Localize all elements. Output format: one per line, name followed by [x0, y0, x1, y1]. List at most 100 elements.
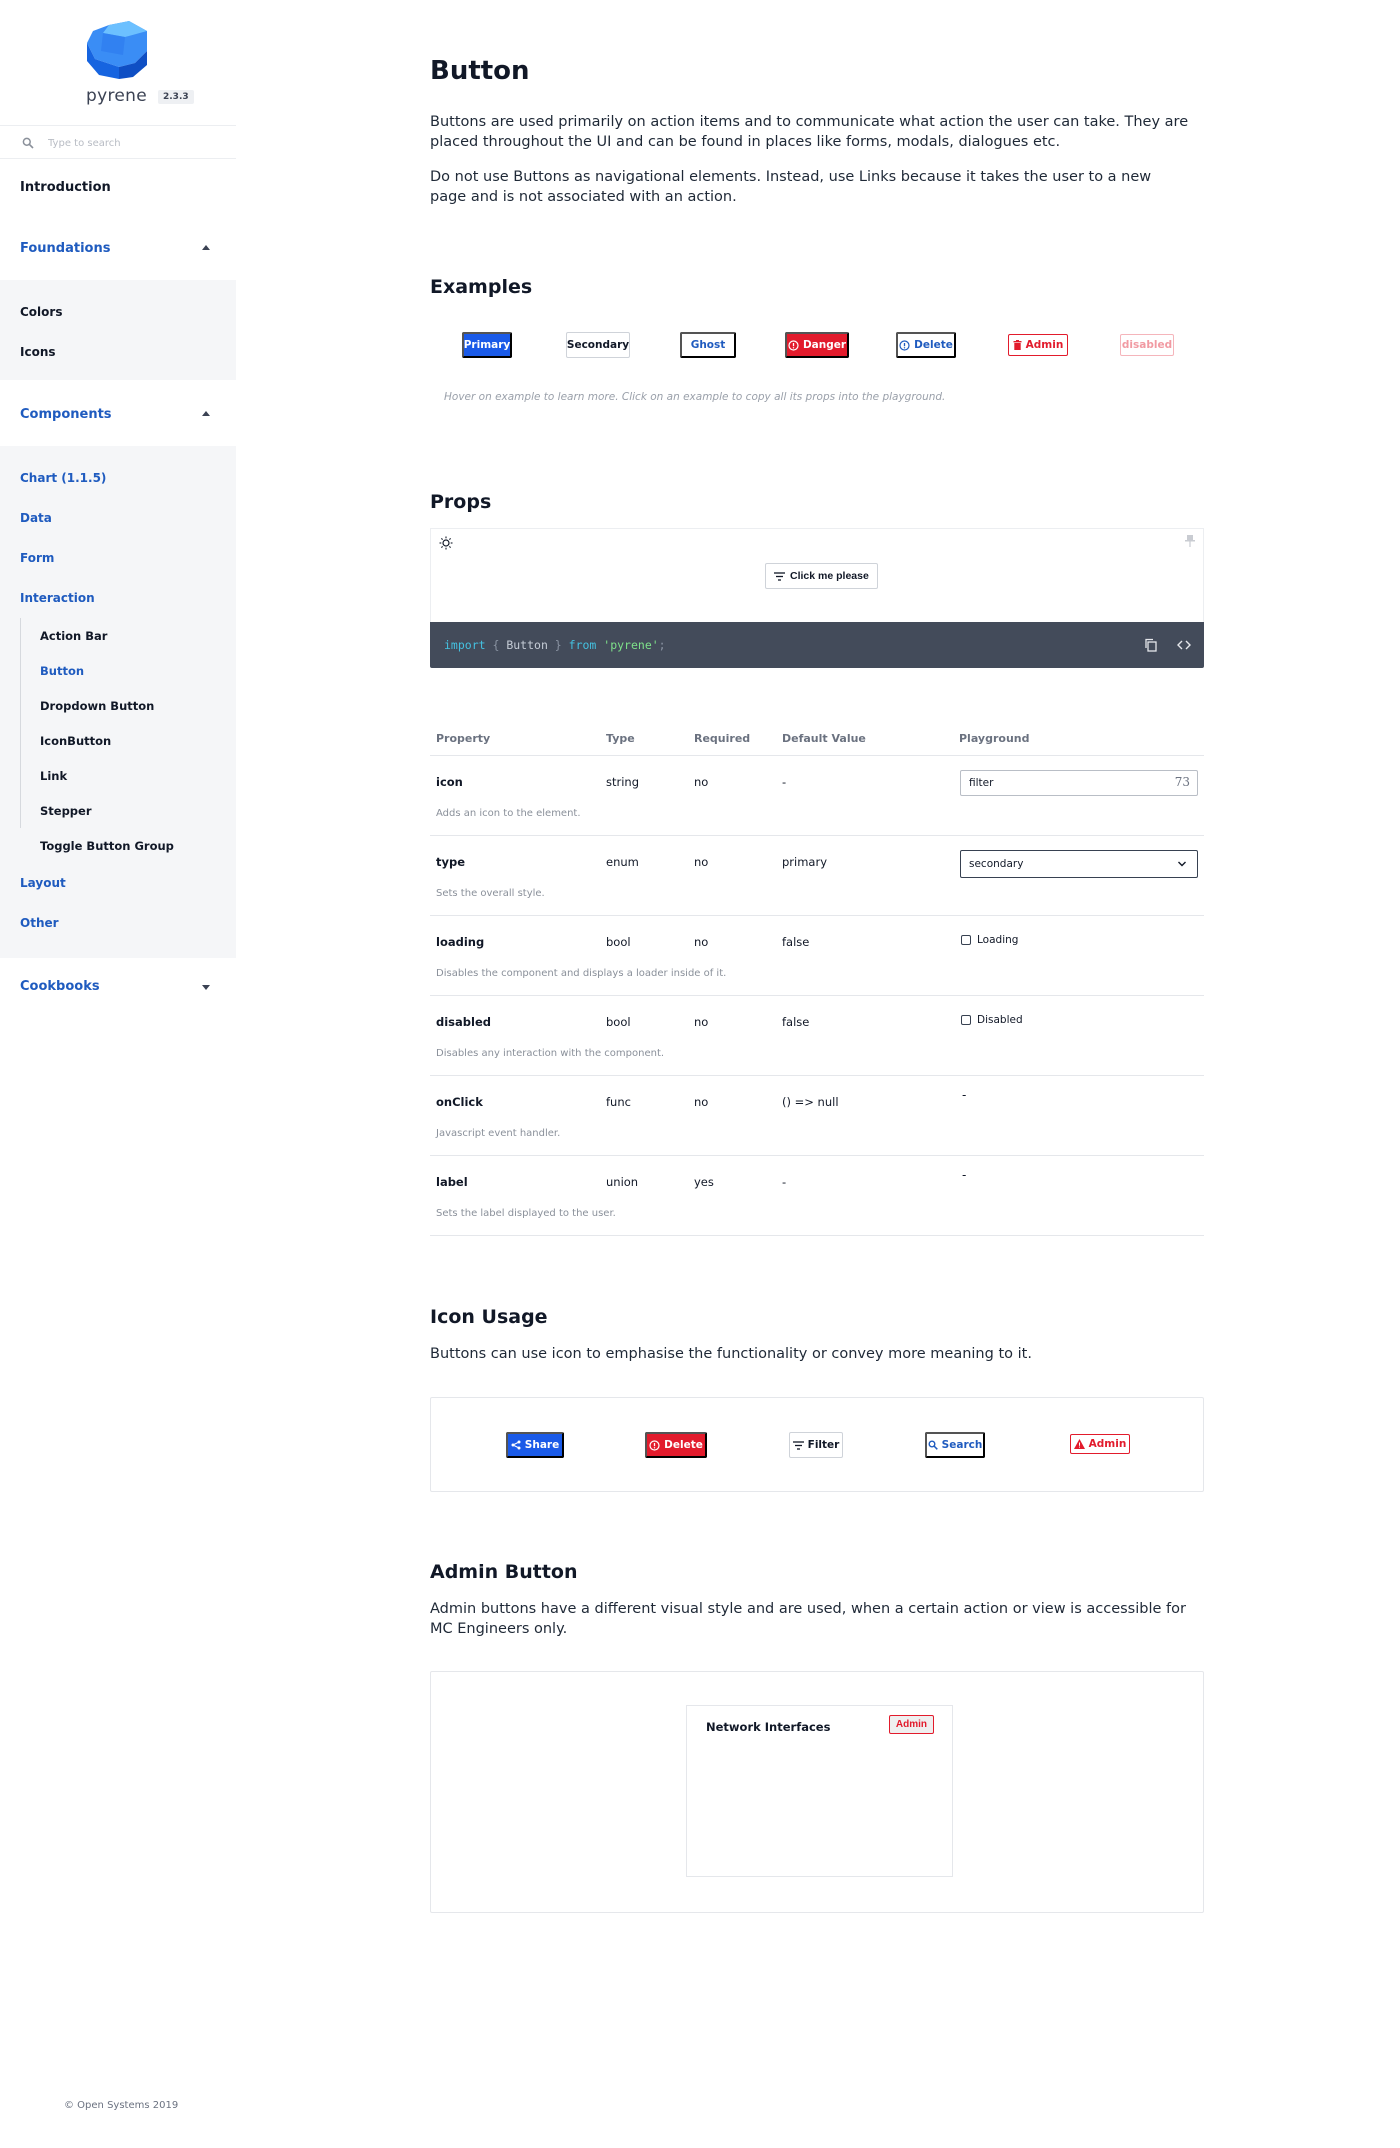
button-label: Delete — [914, 339, 953, 351]
example-delete-button[interactable]: Delete — [896, 332, 956, 358]
examples-hint: Hover on example to learn more. Click on… — [444, 391, 946, 403]
prop-type: union — [606, 1175, 639, 1189]
playground-empty: - — [962, 1088, 967, 1102]
filter-button[interactable]: Filter — [789, 1432, 843, 1458]
caret-up-icon — [202, 411, 210, 416]
copyright-footer: © Open Systems 2019 — [64, 2100, 179, 2111]
button-label: Primary — [463, 339, 511, 351]
nav-item-other[interactable]: Other — [20, 916, 59, 930]
playground-button[interactable]: Click me please — [765, 563, 878, 589]
prop-default: - — [782, 775, 787, 789]
prop-required: no — [694, 855, 709, 869]
prop-type: bool — [606, 1015, 631, 1029]
submenu-rail — [20, 618, 21, 828]
intro-paragraph-2: Do not use Buttons as navigational eleme… — [430, 169, 1152, 205]
button-label: Secondary — [566, 339, 630, 351]
example-ghost-button[interactable]: Ghost — [680, 332, 736, 358]
button-label: disabled — [1121, 339, 1173, 351]
prop-description: Sets the overall style. — [436, 888, 545, 899]
code-toggle-icon[interactable] — [1176, 637, 1192, 653]
logo[interactable]: pyrene 2.3.3 — [0, 0, 236, 124]
nav-subitem-button[interactable]: Button — [40, 664, 84, 678]
delete-button[interactable]: Delete — [645, 1432, 707, 1458]
checkbox-box[interactable] — [961, 1015, 971, 1025]
search-button[interactable]: Search — [925, 1432, 985, 1458]
foundations-group: Colors Icons — [0, 280, 236, 380]
nav-subitem-iconbutton[interactable]: IconButton — [40, 734, 111, 748]
example-admin-button[interactable]: Admin — [1008, 334, 1068, 356]
copy-icon[interactable] — [1143, 637, 1159, 653]
type-select[interactable]: secondary — [960, 850, 1198, 878]
nav-subitem-dropdown-button[interactable]: Dropdown Button — [40, 699, 154, 713]
nav-introduction[interactable]: Introduction — [20, 180, 111, 195]
pin-icon[interactable] — [1185, 535, 1195, 547]
logo-wordmark: pyrene — [86, 86, 147, 106]
nav-item-data[interactable]: Data — [20, 511, 52, 525]
checkbox-box[interactable] — [961, 935, 971, 945]
prop-default: primary — [782, 855, 828, 869]
prop-name: onClick — [436, 1095, 483, 1109]
prop-required: no — [694, 1095, 709, 1109]
card-title: Network Interfaces — [706, 1720, 831, 1734]
sidebar-search — [0, 125, 236, 159]
prop-name: icon — [436, 775, 463, 789]
page-title: Button — [430, 56, 530, 86]
nav-item-form[interactable]: Form — [20, 551, 54, 565]
icon-text-input[interactable]: filter 73 — [960, 770, 1198, 796]
share-button[interactable]: Share — [506, 1432, 564, 1458]
theme-toggle-sun-icon[interactable] — [439, 536, 453, 550]
nav-item-interaction[interactable]: Interaction — [20, 591, 95, 605]
example-primary-button[interactable]: Primary — [462, 332, 512, 358]
button-label: Admin — [1025, 339, 1064, 351]
prop-description: Sets the label displayed to the user. — [436, 1208, 616, 1219]
nav-item-chart[interactable]: Chart (1.1.5) — [20, 471, 106, 485]
button-label: Click me please — [790, 570, 869, 582]
nav-section-foundations[interactable]: Foundations — [0, 230, 236, 268]
select-value: secondary — [969, 858, 1024, 870]
nav-section-label: Cookbooks — [20, 979, 100, 994]
nav-subitem-action-bar[interactable]: Action Bar — [40, 629, 107, 643]
nav-subitem-link[interactable]: Link — [40, 769, 67, 783]
search-icon — [22, 137, 34, 149]
table-row: type enum no primary Sets the overall st… — [430, 836, 1204, 916]
trash-icon — [1013, 340, 1022, 350]
alert-circle-icon — [788, 339, 799, 351]
filter-icon — [792, 1440, 804, 1450]
nav-section-cookbooks[interactable]: Cookbooks — [0, 968, 236, 1006]
info-circle-icon — [899, 339, 910, 351]
nav-item-colors[interactable]: Colors — [20, 305, 62, 319]
prop-name: loading — [436, 935, 485, 949]
nav-subitem-stepper[interactable]: Stepper — [40, 804, 92, 818]
intro-paragraph: Buttons are used primarily on action ite… — [430, 114, 1189, 150]
prop-description: Javascript event handler. — [436, 1128, 561, 1139]
share-icon — [511, 1440, 521, 1450]
card-admin-button[interactable]: Admin — [888, 1715, 934, 1734]
admin-button[interactable]: Admin — [1070, 1434, 1130, 1454]
column-header-playground: Playground — [959, 732, 1030, 745]
prop-required: no — [694, 1015, 709, 1029]
prop-description: Disables the component and displays a lo… — [436, 968, 727, 979]
example-danger-button[interactable]: Danger — [785, 332, 849, 358]
disabled-checkbox[interactable]: Disabled — [961, 1014, 1023, 1026]
table-row: onClick func no () => null Javascript ev… — [430, 1076, 1204, 1156]
examples-heading: Examples — [430, 276, 533, 298]
example-secondary-button[interactable]: Secondary — [566, 332, 630, 358]
loading-checkbox[interactable]: Loading — [961, 934, 1018, 946]
prop-default: false — [782, 1015, 810, 1029]
prop-default: - — [782, 1175, 787, 1189]
code-snippet: import { Button } from 'pyrene'; — [430, 622, 1204, 668]
nav-item-layout[interactable]: Layout — [20, 876, 66, 890]
code-text: import { Button } from 'pyrene'; — [444, 638, 666, 652]
nav-section-components[interactable]: Components — [0, 396, 236, 434]
caret-down-icon — [202, 985, 210, 990]
search-input[interactable] — [48, 134, 218, 152]
prop-name: disabled — [436, 1015, 491, 1029]
components-group: Chart (1.1.5) Data Form Interaction Acti… — [0, 446, 236, 958]
nav-section-label: Components — [20, 407, 112, 422]
playground-preview: Click me please — [430, 528, 1204, 622]
nav-item-icons[interactable]: Icons — [20, 345, 56, 359]
admin-button-showcase: Network Interfaces Admin — [430, 1671, 1204, 1913]
prop-description: Adds an icon to the element. — [436, 808, 581, 819]
nav-subitem-toggle-button-group[interactable]: Toggle Button Group — [40, 839, 174, 853]
admin-button-heading: Admin Button — [430, 1561, 578, 1583]
